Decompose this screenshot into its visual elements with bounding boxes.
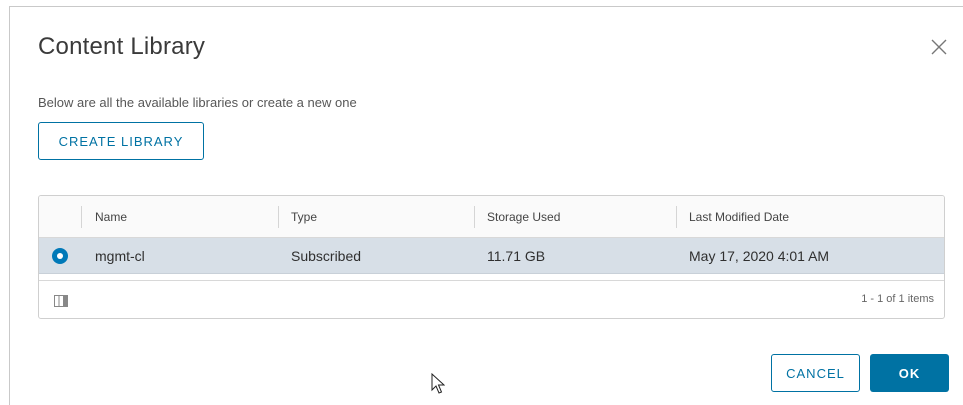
mouse-pointer-icon xyxy=(431,372,446,395)
dialog-subtitle: Below are all the available libraries or… xyxy=(38,95,357,110)
column-header-modified[interactable]: Last Modified Date xyxy=(689,196,789,237)
table-row[interactable]: mgmt-cl Subscribed 11.71 GB May 17, 2020… xyxy=(39,238,944,274)
cell-type: Subscribed xyxy=(291,247,362,264)
column-header-type[interactable]: Type xyxy=(291,196,317,237)
close-icon[interactable] xyxy=(929,37,949,57)
column-separator[interactable] xyxy=(676,206,677,228)
cancel-button[interactable]: CANCEL xyxy=(771,354,860,392)
create-library-button[interactable]: CREATE LIBRARY xyxy=(38,122,204,160)
column-separator xyxy=(81,206,82,228)
column-header-name[interactable]: Name xyxy=(95,196,127,237)
pagination-summary: 1 - 1 of 1 items xyxy=(861,293,934,305)
cell-storage: 11.71 GB xyxy=(487,247,546,264)
row-radio-selected-icon[interactable] xyxy=(52,248,68,264)
column-header-storage[interactable]: Storage Used xyxy=(487,196,560,237)
cell-modified: May 17, 2020 4:01 AM xyxy=(689,247,830,264)
column-separator[interactable] xyxy=(474,206,475,228)
grid-header: Name Type Storage Used Last Modified Dat… xyxy=(39,196,944,238)
library-datagrid: Name Type Storage Used Last Modified Dat… xyxy=(38,195,945,319)
dialog-title: Content Library xyxy=(38,33,206,60)
grid-footer: 1 - 1 of 1 items xyxy=(39,280,944,318)
column-separator[interactable] xyxy=(278,206,279,228)
ok-button[interactable]: OK xyxy=(870,354,949,392)
content-library-dialog: Content Library Below are all the availa… xyxy=(9,6,963,405)
cell-name: mgmt-cl xyxy=(95,247,145,264)
column-toggle-icon[interactable] xyxy=(54,294,68,307)
